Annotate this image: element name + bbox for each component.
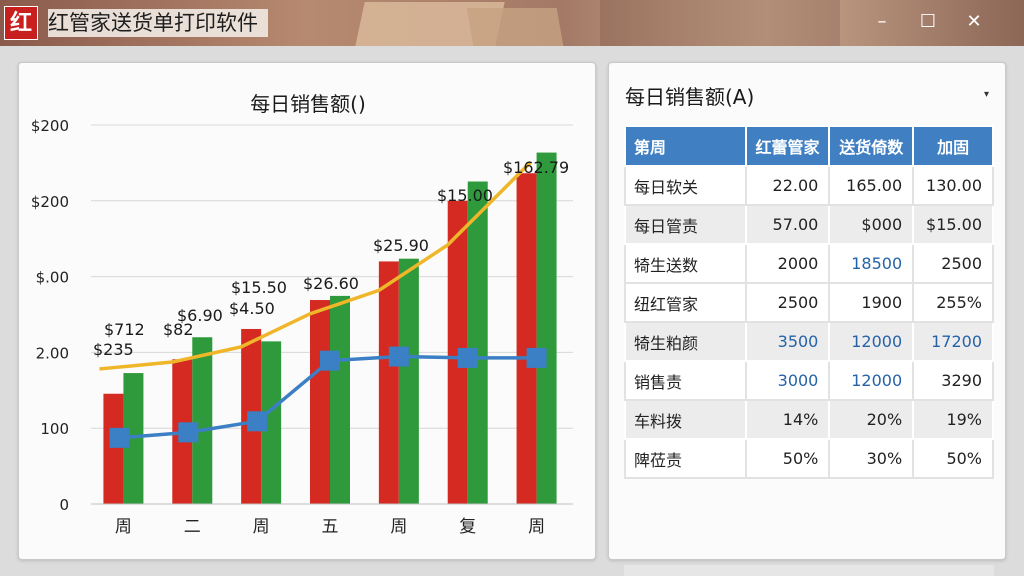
close-icon[interactable]: ✕ [960, 8, 988, 36]
column-header[interactable]: 红蕾管家 [744, 125, 831, 167]
bar [536, 152, 557, 504]
y-tick-label: 100 [40, 420, 69, 438]
table-cell: 3290 [912, 360, 994, 401]
table-cell: 12000 [828, 321, 915, 362]
bar [330, 295, 350, 504]
table-cell: 14% [744, 399, 831, 440]
line-marker [247, 411, 268, 432]
table-cell: 3500 [744, 321, 831, 362]
table-cell: 50% [912, 438, 994, 479]
dropdown-arrow-icon[interactable]: ▾ [984, 89, 989, 100]
row-label: 车料拨 [624, 399, 747, 440]
app-title: 红管家送货单打印软件 [48, 9, 268, 37]
row-label: 销售责 [624, 360, 747, 401]
table-header-row: 第周 红蕾管家 送货倚数 加固 [624, 125, 994, 167]
table-cell: 20% [828, 399, 915, 440]
table-cell: 130.00 [912, 165, 994, 206]
table-cell: 3000 [744, 360, 831, 401]
background-photo-shade [600, 0, 840, 46]
table-cell: 57.00 [744, 204, 831, 245]
column-header[interactable]: 第周 [624, 125, 747, 167]
y-tick-label: $200 [31, 117, 69, 135]
line-marker [457, 347, 478, 368]
table-cell: 2500 [912, 243, 994, 284]
table-cell: 50% [744, 438, 831, 479]
sales-chart: 每日销售额() 0 100 2.00 $.00 $200 $200 周 二 周 五 周 复 周 $235$7… [31, 92, 573, 537]
data-label: $6.90 [177, 306, 223, 325]
table-cell: 12000 [828, 360, 915, 401]
data-label: $235 [93, 340, 134, 359]
title-bar: 红 红管家送货单打印软件 – ☐ ✕ [0, 0, 1024, 46]
x-tick-label: 复 [459, 517, 476, 537]
table-cell: 30% [828, 438, 915, 479]
table-cell: 2000 [744, 243, 831, 284]
table-cell: 165.00 [828, 165, 915, 206]
maximize-icon[interactable]: ☐ [914, 8, 942, 36]
table-row[interactable]: 陴莅责 50% 30% 50% [624, 438, 994, 479]
row-label: 纽红管家 [624, 282, 747, 323]
data-label: $26.60 [303, 274, 359, 293]
table-cell: 19% [912, 399, 994, 440]
table-row[interactable]: 犄生送数 2000 18500 2500 [624, 243, 994, 284]
line-marker [388, 346, 409, 367]
line-marker [526, 347, 547, 368]
table-footer [624, 565, 994, 576]
minimize-icon[interactable]: – [868, 8, 896, 36]
table-title: 每日销售额(A) [625, 85, 755, 109]
table-cell: 255% [912, 282, 994, 323]
table-cell: 1900 [828, 282, 915, 323]
row-label: 每日管责 [624, 204, 747, 245]
line-marker [320, 350, 340, 371]
y-tick-label: $.00 [36, 269, 69, 287]
line-marker [109, 427, 130, 448]
bar [398, 258, 419, 504]
data-label: $15.00 [437, 186, 493, 205]
table-cell: $15.00 [912, 204, 994, 245]
x-tick-label: 周 [528, 517, 545, 537]
table-row[interactable]: 每日管责 57.00 $000 $15.00 [624, 204, 994, 245]
bar [467, 181, 488, 504]
sales-table: 第周 红蕾管家 送货倚数 加固 每日软关 22.00 165.00 130.00 每日管… [624, 125, 994, 479]
chart-panel: 每日销售额() 0 100 2.00 $.00 $200 $200 周 二 周 五 周 复 周 $235 $7… [18, 62, 596, 560]
row-label: 陴莅责 [624, 438, 747, 479]
row-label: 犄生粕颜 [624, 321, 747, 362]
y-tick-label: 2.00 [36, 344, 69, 362]
bar [378, 261, 399, 504]
line-marker [178, 422, 199, 443]
bar [310, 300, 330, 504]
background-photo-box [466, 8, 564, 46]
chart-title: 每日销售额() [250, 92, 366, 116]
x-tick-label: 五 [322, 517, 339, 537]
table-panel: 每日销售额(A) ▾ 第周 红蕾管家 送货倚数 加固 每日软关 22.00 165.… [608, 62, 1006, 576]
data-label: $162.79 [503, 158, 569, 177]
y-tick-label: $200 [31, 193, 69, 211]
data-label: $712 [104, 320, 145, 339]
table-row[interactable]: 销售责 3000 12000 3290 [624, 360, 994, 401]
table-cell: 22.00 [744, 165, 831, 206]
table-cell: $000 [828, 204, 915, 245]
data-label: $25.90 [373, 236, 429, 255]
table-row[interactable]: 纽红管家 2500 1900 255% [624, 282, 994, 323]
column-header[interactable]: 送货倚数 [828, 125, 915, 167]
row-label: 每日软关 [624, 165, 747, 206]
x-tick-label: 周 [253, 517, 270, 537]
data-label: $15.50 [231, 278, 287, 297]
row-label: 犄生送数 [624, 243, 747, 284]
table-row[interactable]: 每日软关 22.00 165.00 130.00 [624, 165, 994, 206]
table-cell: 2500 [744, 282, 831, 323]
x-tick-label: 周 [115, 517, 132, 537]
table-row[interactable]: 车料拨 14% 20% 19% [624, 399, 994, 440]
table-row[interactable]: 犄生粕颜 3500 12000 17200 [624, 321, 994, 362]
table-cell: 17200 [912, 321, 994, 362]
data-label: $4.50 [229, 299, 275, 318]
column-header[interactable]: 加固 [912, 125, 994, 167]
app-logo-icon: 红 [4, 6, 38, 40]
bar [516, 173, 537, 504]
table-cell: 18500 [828, 243, 915, 284]
bar [103, 393, 124, 504]
x-tick-label: 周 [390, 517, 407, 537]
x-tick-label: 二 [184, 517, 201, 537]
y-tick-label: 0 [59, 496, 69, 514]
bar [192, 337, 213, 504]
